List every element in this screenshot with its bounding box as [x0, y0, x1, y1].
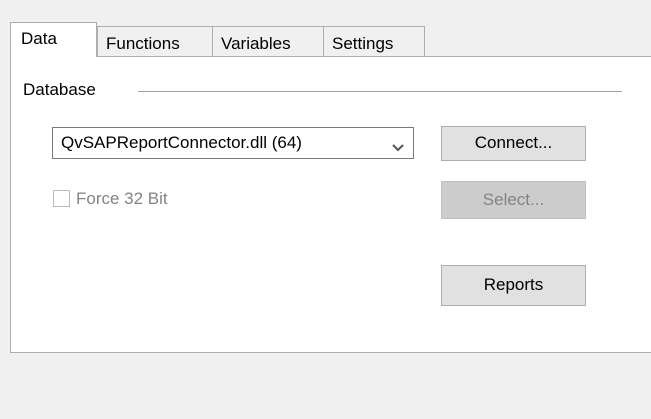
tab-settings-label: Settings — [332, 34, 394, 53]
reports-button[interactable]: Reports — [441, 265, 586, 306]
database-group-divider — [138, 91, 622, 92]
tab-functions[interactable]: Functions — [97, 26, 213, 56]
tab-variables[interactable]: Variables — [212, 26, 324, 56]
reports-button-label: Reports — [483, 275, 544, 294]
select-button-label: Select... — [482, 190, 545, 209]
force-32-bit-checkbox[interactable] — [53, 190, 70, 207]
tab-functions-label: Functions — [106, 34, 180, 53]
select-button[interactable]: Select... — [441, 181, 586, 219]
connector-dropdown[interactable]: QvSAPReportConnector.dll (64) — [52, 127, 414, 159]
tab-data-label: Data — [21, 29, 57, 48]
connect-button[interactable]: Connect... — [441, 126, 586, 161]
connect-button-label: Connect... — [474, 133, 553, 152]
tab-data[interactable]: Data — [10, 22, 97, 57]
force-32-bit-label: Force 32 Bit — [76, 189, 168, 208]
tab-settings[interactable]: Settings — [323, 26, 425, 56]
chevron-down-icon[interactable] — [391, 138, 405, 152]
tab-variables-label: Variables — [221, 34, 291, 53]
database-group-label: Database — [23, 79, 102, 101]
connector-dropdown-value: QvSAPReportConnector.dll (64) — [61, 133, 302, 152]
